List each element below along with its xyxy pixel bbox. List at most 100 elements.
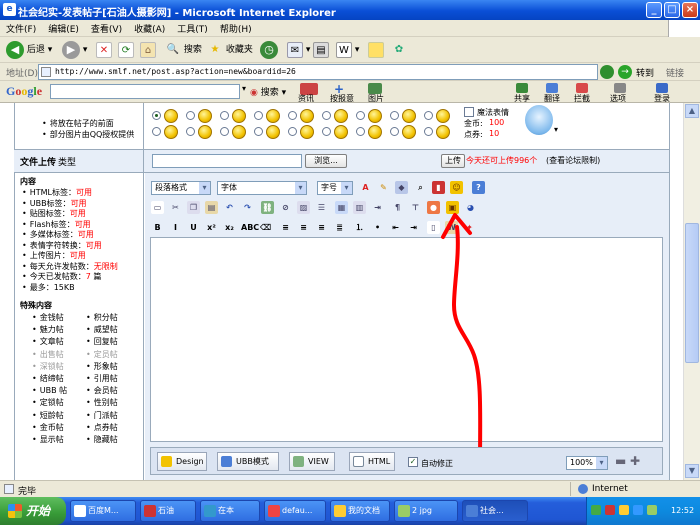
- cut-icon[interactable]: ✂: [169, 201, 182, 214]
- special-item[interactable]: 文章帖: [32, 336, 64, 347]
- zoom-in-icon[interactable]: ✚: [630, 455, 642, 467]
- google-dropdown[interactable]: ▾: [242, 84, 250, 99]
- special-item[interactable]: 魅力帖: [32, 324, 64, 335]
- tray-icon[interactable]: [591, 505, 601, 515]
- italic-icon[interactable]: I: [169, 221, 182, 234]
- font-size-select[interactable]: 字号: [317, 181, 353, 195]
- indent-icon[interactable]: ⇥: [371, 201, 384, 214]
- emoticon-radio[interactable]: [254, 111, 263, 120]
- emoticon-radio[interactable]: [390, 127, 399, 136]
- undo-icon[interactable]: ↶: [223, 201, 236, 214]
- align-right-icon[interactable]: ≡: [315, 221, 328, 234]
- special-item[interactable]: 性别帖: [86, 397, 118, 408]
- emoticon-radio[interactable]: [152, 111, 161, 120]
- google-search-input[interactable]: [50, 84, 240, 99]
- menu-view[interactable]: 查看(V): [85, 20, 128, 37]
- taskbar-task[interactable]: 社会...: [462, 500, 528, 522]
- special-item[interactable]: 点券帖: [86, 422, 118, 433]
- special-item[interactable]: 深锁帖: [32, 361, 64, 372]
- special-item[interactable]: 出售帖: [32, 349, 64, 360]
- emoticon-radio[interactable]: [152, 127, 161, 136]
- special-item[interactable]: 定员帖: [86, 349, 118, 360]
- magic-emoticon-checkbox[interactable]: [464, 107, 474, 117]
- smiley-icon[interactable]: [334, 125, 348, 139]
- special-item[interactable]: 显示帖: [32, 434, 64, 445]
- emoticon-radio[interactable]: [288, 127, 297, 136]
- strikethrough-icon[interactable]: ABC: [241, 221, 259, 234]
- emoticon-radio[interactable]: [186, 127, 195, 136]
- search-button[interactable]: 🔍 搜索: [165, 40, 202, 60]
- special-item[interactable]: 短龄帖: [32, 410, 64, 421]
- emoticon-radio[interactable]: [220, 127, 229, 136]
- smiley-icon[interactable]: [198, 109, 212, 123]
- emoticon-radio[interactable]: [186, 111, 195, 120]
- font-color-icon[interactable]: A: [359, 181, 372, 194]
- hr-icon[interactable]: ☰: [315, 201, 328, 214]
- special-item[interactable]: 定锁帖: [32, 397, 64, 408]
- smiley-icon[interactable]: [368, 125, 382, 139]
- smiley-icon[interactable]: [436, 109, 450, 123]
- refresh-button[interactable]: ⟳: [118, 40, 134, 60]
- tray-icon[interactable]: [619, 505, 629, 515]
- emoticon-radio[interactable]: [220, 111, 229, 120]
- address-input[interactable]: http://www.smlf.net/post.asp?action=new&…: [38, 64, 598, 80]
- stop-button[interactable]: ✕: [96, 40, 112, 60]
- subscript-icon[interactable]: x₂: [223, 221, 236, 234]
- smiley-icon[interactable]: [164, 125, 178, 139]
- go-arrow-icon[interactable]: →: [618, 65, 632, 79]
- scroll-up-icon[interactable]: ▲: [685, 104, 699, 118]
- tab-design[interactable]: Design: [157, 452, 207, 471]
- outdent-icon[interactable]: ⇤: [389, 221, 402, 234]
- highlight-icon[interactable]: ✎: [377, 181, 390, 194]
- unordered-list-icon[interactable]: •: [371, 221, 384, 234]
- start-button[interactable]: 开始: [0, 497, 66, 525]
- smiley-icon[interactable]: [436, 125, 450, 139]
- tab-html[interactable]: HTML: [349, 452, 395, 471]
- code-icon[interactable]: ⊤: [409, 201, 422, 214]
- emoticon-radio[interactable]: [322, 111, 331, 120]
- google-logo[interactable]: Google: [6, 84, 42, 99]
- eraser-icon[interactable]: ◆: [395, 181, 408, 194]
- superscript-icon[interactable]: x²: [205, 221, 218, 234]
- upload-type-link[interactable]: 类型: [58, 155, 76, 168]
- tray-icon[interactable]: [647, 505, 657, 515]
- special-item[interactable]: 隐藏帖: [86, 434, 118, 445]
- tab-ubb[interactable]: UBB模式: [217, 452, 279, 471]
- smiley-icon[interactable]: [266, 109, 280, 123]
- emoticon-radio[interactable]: [390, 111, 399, 120]
- back-button[interactable]: ◀ 后退 ▾: [6, 40, 52, 60]
- favorites-button[interactable]: ★ 收藏夹: [207, 40, 253, 60]
- taskbar-task[interactable]: 我的文档: [330, 500, 390, 522]
- forward-button[interactable]: ▶ ▾: [62, 40, 87, 60]
- google-search-button[interactable]: ◉ 搜索 ▾: [250, 85, 286, 98]
- close-button[interactable]: ×: [682, 2, 698, 18]
- row-icon[interactable]: ▥: [353, 201, 366, 214]
- upload-file-input[interactable]: [152, 154, 302, 168]
- link-icon[interactable]: ⛓: [261, 201, 274, 214]
- align-left-icon[interactable]: ≡: [279, 221, 292, 234]
- magic-emoticon-dropdown[interactable]: ▾: [554, 125, 558, 134]
- image-insert-icon[interactable]: ▨: [297, 201, 310, 214]
- new-doc-icon[interactable]: ▭: [151, 201, 164, 214]
- ordered-list-icon[interactable]: ⒈: [353, 221, 366, 234]
- emoticon-radio[interactable]: [254, 127, 263, 136]
- window-titlebar[interactable]: e 社会纪实-发表帖子[石油人摄影网] - Microsoft Internet…: [0, 0, 700, 20]
- links-label[interactable]: 链接: [666, 66, 684, 79]
- menu-help[interactable]: 帮助(H): [214, 20, 258, 37]
- special-item[interactable]: 引用帖: [86, 373, 118, 384]
- special-item[interactable]: 回复帖: [86, 336, 118, 347]
- special-item[interactable]: 门派帖: [86, 410, 118, 421]
- underline-icon[interactable]: U: [187, 221, 200, 234]
- scroll-down-icon[interactable]: ▼: [685, 464, 699, 478]
- redo-icon[interactable]: ↷: [241, 201, 254, 214]
- unlink-icon[interactable]: ⊘: [279, 201, 292, 214]
- special-item[interactable]: 形象帖: [86, 361, 118, 372]
- font-select[interactable]: 字体: [217, 181, 307, 195]
- taskbar-task[interactable]: 石油: [140, 500, 196, 522]
- upload-button[interactable]: 上传: [441, 154, 465, 168]
- smiley-icon[interactable]: [334, 109, 348, 123]
- zoom-select[interactable]: 100%: [566, 456, 608, 470]
- menu-file[interactable]: 文件(F): [0, 20, 42, 37]
- taskbar-task[interactable]: 2 jpg: [394, 500, 458, 522]
- special-item[interactable]: 结缔帖: [32, 373, 64, 384]
